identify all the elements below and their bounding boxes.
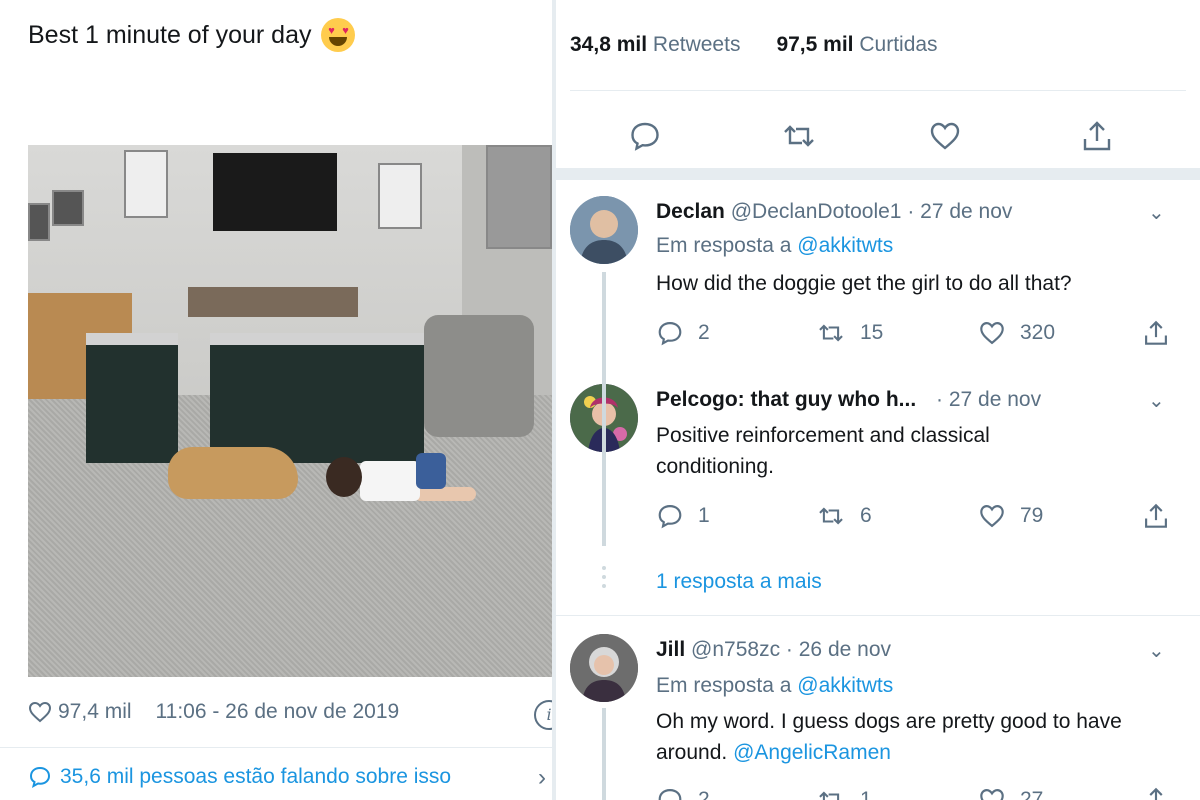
like-button[interactable]: 27 [978, 786, 1043, 800]
timestamp[interactable]: 11:06 - 26 de nov de 2019 [156, 700, 400, 724]
tweet-video[interactable] [28, 145, 552, 677]
user-name[interactable]: Jill [656, 638, 685, 661]
reply-item[interactable]: Pelcogo: that guy who h... · 27 de nov ⌄… [556, 380, 1200, 610]
retweet-icon [816, 502, 846, 530]
chevron-right-icon[interactable]: › [538, 764, 546, 792]
tweet-text-content: Best 1 minute of your day [28, 20, 312, 49]
chevron-down-icon[interactable]: ⌄ [1148, 388, 1165, 413]
divider [556, 615, 1200, 616]
retweet-icon [816, 319, 846, 347]
thread-line [602, 708, 606, 800]
reply-header: Jill @n758zc · 26 de nov [656, 638, 891, 662]
likes-count: 97,4 mil [58, 700, 132, 723]
user-name[interactable]: Declan [656, 200, 725, 223]
thread-line [602, 272, 606, 380]
like-button[interactable]: 320 [978, 319, 1055, 347]
chevron-down-icon[interactable]: ⌄ [1148, 638, 1165, 663]
share-icon[interactable] [1142, 502, 1170, 530]
reply-icon [656, 502, 684, 530]
user-name[interactable]: Pelcogo: that guy who h... [656, 388, 916, 411]
retweet-icon [816, 786, 846, 800]
likes-stat[interactable]: 97,5 mil Curtidas [776, 33, 937, 57]
dog [168, 447, 298, 499]
share-icon[interactable] [1142, 786, 1170, 800]
tweet-stats: 34,8 mil Retweets 97,5 mil Curtidas [570, 33, 938, 57]
tweet-text: Best 1 minute of your day ♥ ♥ [28, 18, 356, 52]
heart-icon [978, 319, 1006, 347]
mention-link[interactable]: @AngelicRamen [733, 741, 891, 764]
reply-date[interactable]: · 27 de nov [907, 200, 1012, 223]
heart-icon[interactable] [28, 701, 52, 723]
show-more-replies-link[interactable]: 1 resposta a mais [656, 570, 822, 594]
reply-text: How did the doggie get the girl to do al… [656, 272, 1072, 295]
reply-header: Pelcogo: that guy who h... · 27 de nov [656, 388, 1041, 412]
mention-link[interactable]: @akkitwts [797, 234, 893, 257]
divider [570, 90, 1186, 91]
heart-icon [978, 502, 1006, 530]
thread-dots [602, 566, 606, 593]
share-icon[interactable] [1142, 319, 1170, 347]
reply-actions: 1 6 79 [656, 502, 1176, 532]
avatar[interactable] [570, 196, 638, 264]
girl [326, 453, 476, 513]
retweet-button[interactable]: 6 [816, 502, 872, 530]
mention-link[interactable]: @akkitwts [797, 674, 893, 697]
tv [213, 153, 337, 231]
in-reply-to: Em resposta a @akkitwts [656, 674, 894, 697]
retweets-stat[interactable]: 34,8 mil Retweets [570, 33, 740, 57]
in-reply-to: Em resposta a @akkitwts [656, 234, 894, 257]
thread-line [602, 380, 606, 546]
heart-eyes-emoji-icon: ♥ ♥ [321, 18, 356, 52]
info-icon[interactable]: i [534, 700, 552, 730]
heart-icon [978, 786, 1006, 800]
tweet-actions [570, 115, 1186, 159]
reply-item[interactable]: Declan @DeclanDotoole1 · 27 de nov ⌄ Em … [556, 180, 1200, 380]
reply-item[interactable]: Jill @n758zc · 26 de nov ⌄ Em resposta a… [556, 620, 1200, 800]
divider [0, 747, 552, 748]
like-button[interactable]: 79 [978, 502, 1043, 530]
tweet-meta: 97,4 mil 11:06 - 26 de nov de 2019 [28, 700, 399, 724]
reply-header: Declan @DeclanDotoole1 · 27 de nov [656, 200, 1012, 224]
reply-button[interactable]: 2 [656, 786, 710, 800]
avatar[interactable] [570, 634, 638, 702]
reply-text: Oh my word. I guess dogs are pretty good… [656, 710, 1122, 764]
chevron-down-icon[interactable]: ⌄ [1148, 200, 1165, 225]
share-icon[interactable] [1080, 119, 1114, 153]
reply-icon [656, 319, 684, 347]
retweet-icon[interactable] [780, 119, 814, 153]
reply-date[interactable]: · 27 de nov [936, 388, 1041, 411]
reply-actions: 2 1 27 [656, 786, 1176, 800]
speech-bubble-icon [28, 765, 52, 789]
reply-icon[interactable] [628, 119, 662, 153]
reply-button[interactable]: 1 [656, 502, 710, 530]
user-handle[interactable]: @n758zc [691, 638, 780, 661]
section-separator [556, 168, 1200, 180]
reply-button[interactable]: 2 [656, 319, 710, 347]
like-heart-icon[interactable] [928, 119, 962, 153]
reply-actions: 2 15 320 [656, 319, 1176, 349]
retweet-button[interactable]: 1 [816, 786, 872, 800]
replies-panel: 34,8 mil Retweets 97,5 mil Curtidas Decl… [556, 0, 1200, 800]
reply-text: Positive reinforcement and classical con… [656, 424, 990, 478]
tweet-panel: Best 1 minute of your day ♥ ♥ 97,4 mil 11… [0, 0, 552, 800]
retweet-button[interactable]: 15 [816, 319, 883, 347]
conversation-link[interactable]: 35,6 mil pessoas estão falando sobre iss… [28, 765, 451, 789]
reply-date[interactable]: · 26 de nov [786, 638, 891, 661]
conversation-text: 35,6 mil pessoas estão falando sobre iss… [60, 765, 452, 788]
user-handle[interactable]: @DeclanDotoole1 [731, 200, 902, 223]
reply-icon [656, 786, 684, 800]
